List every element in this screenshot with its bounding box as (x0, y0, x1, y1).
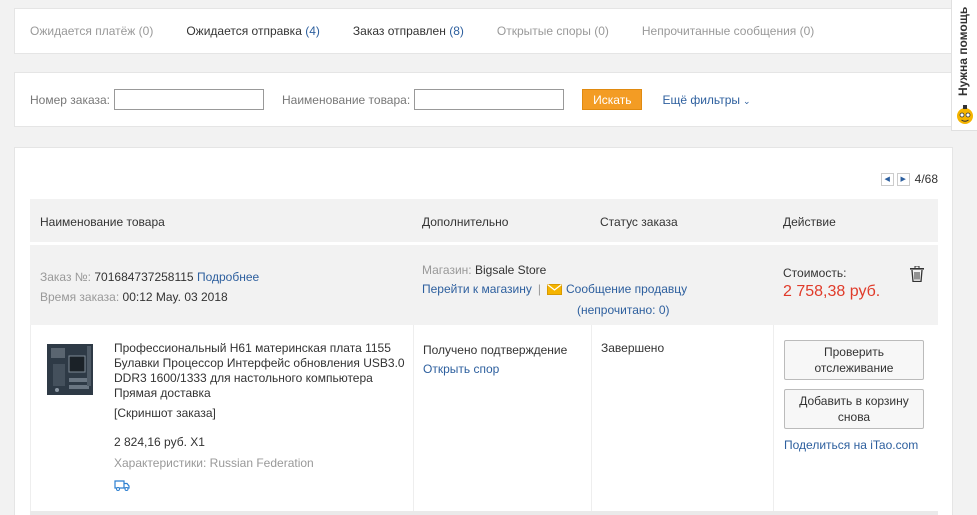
store-info: Магазин: Bigsale Store Перейти к магазин… (422, 261, 687, 320)
page-indicator: 4/68 (914, 172, 938, 186)
tab-count: (0) (138, 24, 154, 38)
column-header-status: Статус заказа (600, 215, 678, 229)
open-dispute-link[interactable]: Открыть спор (423, 362, 499, 376)
product-thumbnail[interactable] (45, 342, 95, 397)
more-filters-label: Ещё фильтры (662, 92, 741, 107)
tab-unread-messages[interactable]: Непрочитанные сообщения (0) (642, 24, 814, 38)
pager: ◀ ▶ 4/68 (880, 172, 938, 186)
orders-list: ◀ ▶ 4/68 Наименование товара Дополнитель… (14, 147, 953, 515)
order-details-link[interactable]: Подробнее (197, 270, 259, 284)
help-side-tab[interactable]: Нужна помощь (951, 0, 977, 131)
order-time-label: Время заказа: (40, 290, 120, 304)
order-number-label: Заказ №: (40, 270, 92, 284)
tab-count: (4) (305, 24, 320, 38)
store-label: Магазин: (422, 263, 472, 277)
column-divider (591, 325, 592, 511)
tab-shipped[interactable]: Заказ отправлен (8) (353, 24, 464, 38)
truck-icon (114, 479, 409, 495)
tab-label: Ожидается отправка (186, 24, 302, 38)
search-button[interactable]: Искать (582, 89, 643, 110)
tab-label: Ожидается платёж (30, 24, 136, 38)
order-number-label: Номер заказа: (30, 92, 111, 107)
store-actions-row: Перейти к магазину | Сообщение продавцу (422, 280, 687, 301)
search-bar: Номер заказа: Наименование товара: Искат… (14, 72, 953, 127)
check-tracking-button[interactable]: Проверить отслеживание (784, 340, 924, 380)
extra-column: Получено подтверждение Открыть спор (423, 341, 567, 379)
prev-page-button[interactable]: ◀ (880, 172, 894, 186)
add-to-cart-again-button[interactable]: Добавить в корзину снова (784, 389, 924, 429)
share-site: iTao.com (870, 438, 919, 452)
row-separator (30, 511, 938, 515)
share-itao-link[interactable]: Поделиться на iTao.com (784, 438, 924, 452)
more-filters-link[interactable]: Ещё фильтры ⌄ (662, 93, 750, 107)
order-status: Завершено (601, 341, 665, 355)
divider: | (537, 282, 541, 296)
product-spec: Характеристики: Russian Federation (114, 456, 409, 471)
order-number-input[interactable] (114, 89, 265, 110)
column-header-extra: Дополнительно (422, 215, 509, 229)
order-item-row: Профессиональный H61 материнская плата 1… (30, 325, 938, 511)
help-label: Нужна помощь (956, 6, 970, 96)
go-to-store-link[interactable]: Перейти к магазину (422, 282, 532, 296)
column-header-action: Действие (783, 215, 836, 229)
confirmation-status: Получено подтверждение (423, 343, 568, 357)
store-name: Bigsale Store (474, 263, 547, 277)
order-meta: Заказ №: 701684737258115 Подробнее Время… (40, 267, 259, 307)
store-row: Магазин: Bigsale Store (422, 261, 687, 280)
tab-awaiting-payment[interactable]: Ожидается платёж (0) (30, 24, 153, 38)
spec-value: Russian Federation (209, 456, 314, 470)
message-seller-link[interactable]: Сообщение продавцу (566, 282, 687, 296)
tab-label: Открытые споры (496, 24, 591, 38)
product-info: Профессиональный H61 материнская плата 1… (114, 341, 409, 495)
unread-messages-link[interactable]: (непрочитано: 0) (577, 303, 670, 317)
chevron-left-icon: ◀ (884, 176, 890, 183)
order-total: Стоимость: 2 758,38 руб. (783, 266, 880, 301)
tab-count: (0) (594, 24, 609, 38)
tab-awaiting-shipment[interactable]: Ожидается отправка (4) (186, 24, 320, 38)
order-number-row: Заказ №: 701684737258115 Подробнее (40, 267, 259, 287)
tab-count: (8) (449, 24, 464, 38)
column-header-product: Наименование товара (40, 215, 165, 229)
tab-label: Заказ отправлен (352, 24, 446, 38)
unread-row: (непрочитано: 0) (422, 301, 687, 320)
tab-count: (0) (799, 24, 815, 38)
order-header: Заказ №: 701684737258115 Подробнее Время… (30, 245, 938, 325)
order-number: 701684737258115 (94, 270, 194, 284)
actions-column: Проверить отслеживание Добавить в корзин… (784, 340, 924, 452)
product-name-input[interactable] (414, 89, 565, 110)
column-divider (773, 325, 774, 511)
trash-icon[interactable] (910, 265, 924, 285)
envelope-icon (547, 282, 562, 301)
tab-open-disputes[interactable]: Открытые споры (0) (497, 24, 609, 38)
spec-label: Характеристики: (114, 456, 207, 470)
share-prefix: Поделиться на (784, 438, 867, 452)
chevron-down-icon: ⌄ (743, 95, 751, 106)
chevron-right-icon: ▶ (900, 176, 906, 183)
order-total-label: Стоимость: (783, 266, 847, 280)
order-time: 00:12 May. 03 2018 (122, 290, 228, 304)
order-status-tabs: Ожидается платёж (0) Ожидается отправка … (14, 8, 953, 54)
column-divider (413, 325, 414, 511)
order-time-row: Время заказа: 00:12 May. 03 2018 (40, 287, 259, 307)
tab-label: Непрочитанные сообщения (641, 24, 797, 38)
product-price: 2 824,16 руб. X1 (114, 435, 205, 449)
order-total-amount: 2 758,38 руб. (783, 283, 881, 300)
product-name-label: Наименование товара: (282, 92, 411, 107)
product-title[interactable]: Профессиональный H61 материнская плата 1… (114, 341, 405, 400)
help-assistant-icon (955, 104, 975, 129)
order-screenshot-link[interactable]: [Скриншот заказа] (114, 406, 409, 421)
table-header: Наименование товара Дополнительно Статус… (30, 199, 938, 244)
next-page-button[interactable]: ▶ (896, 172, 910, 186)
